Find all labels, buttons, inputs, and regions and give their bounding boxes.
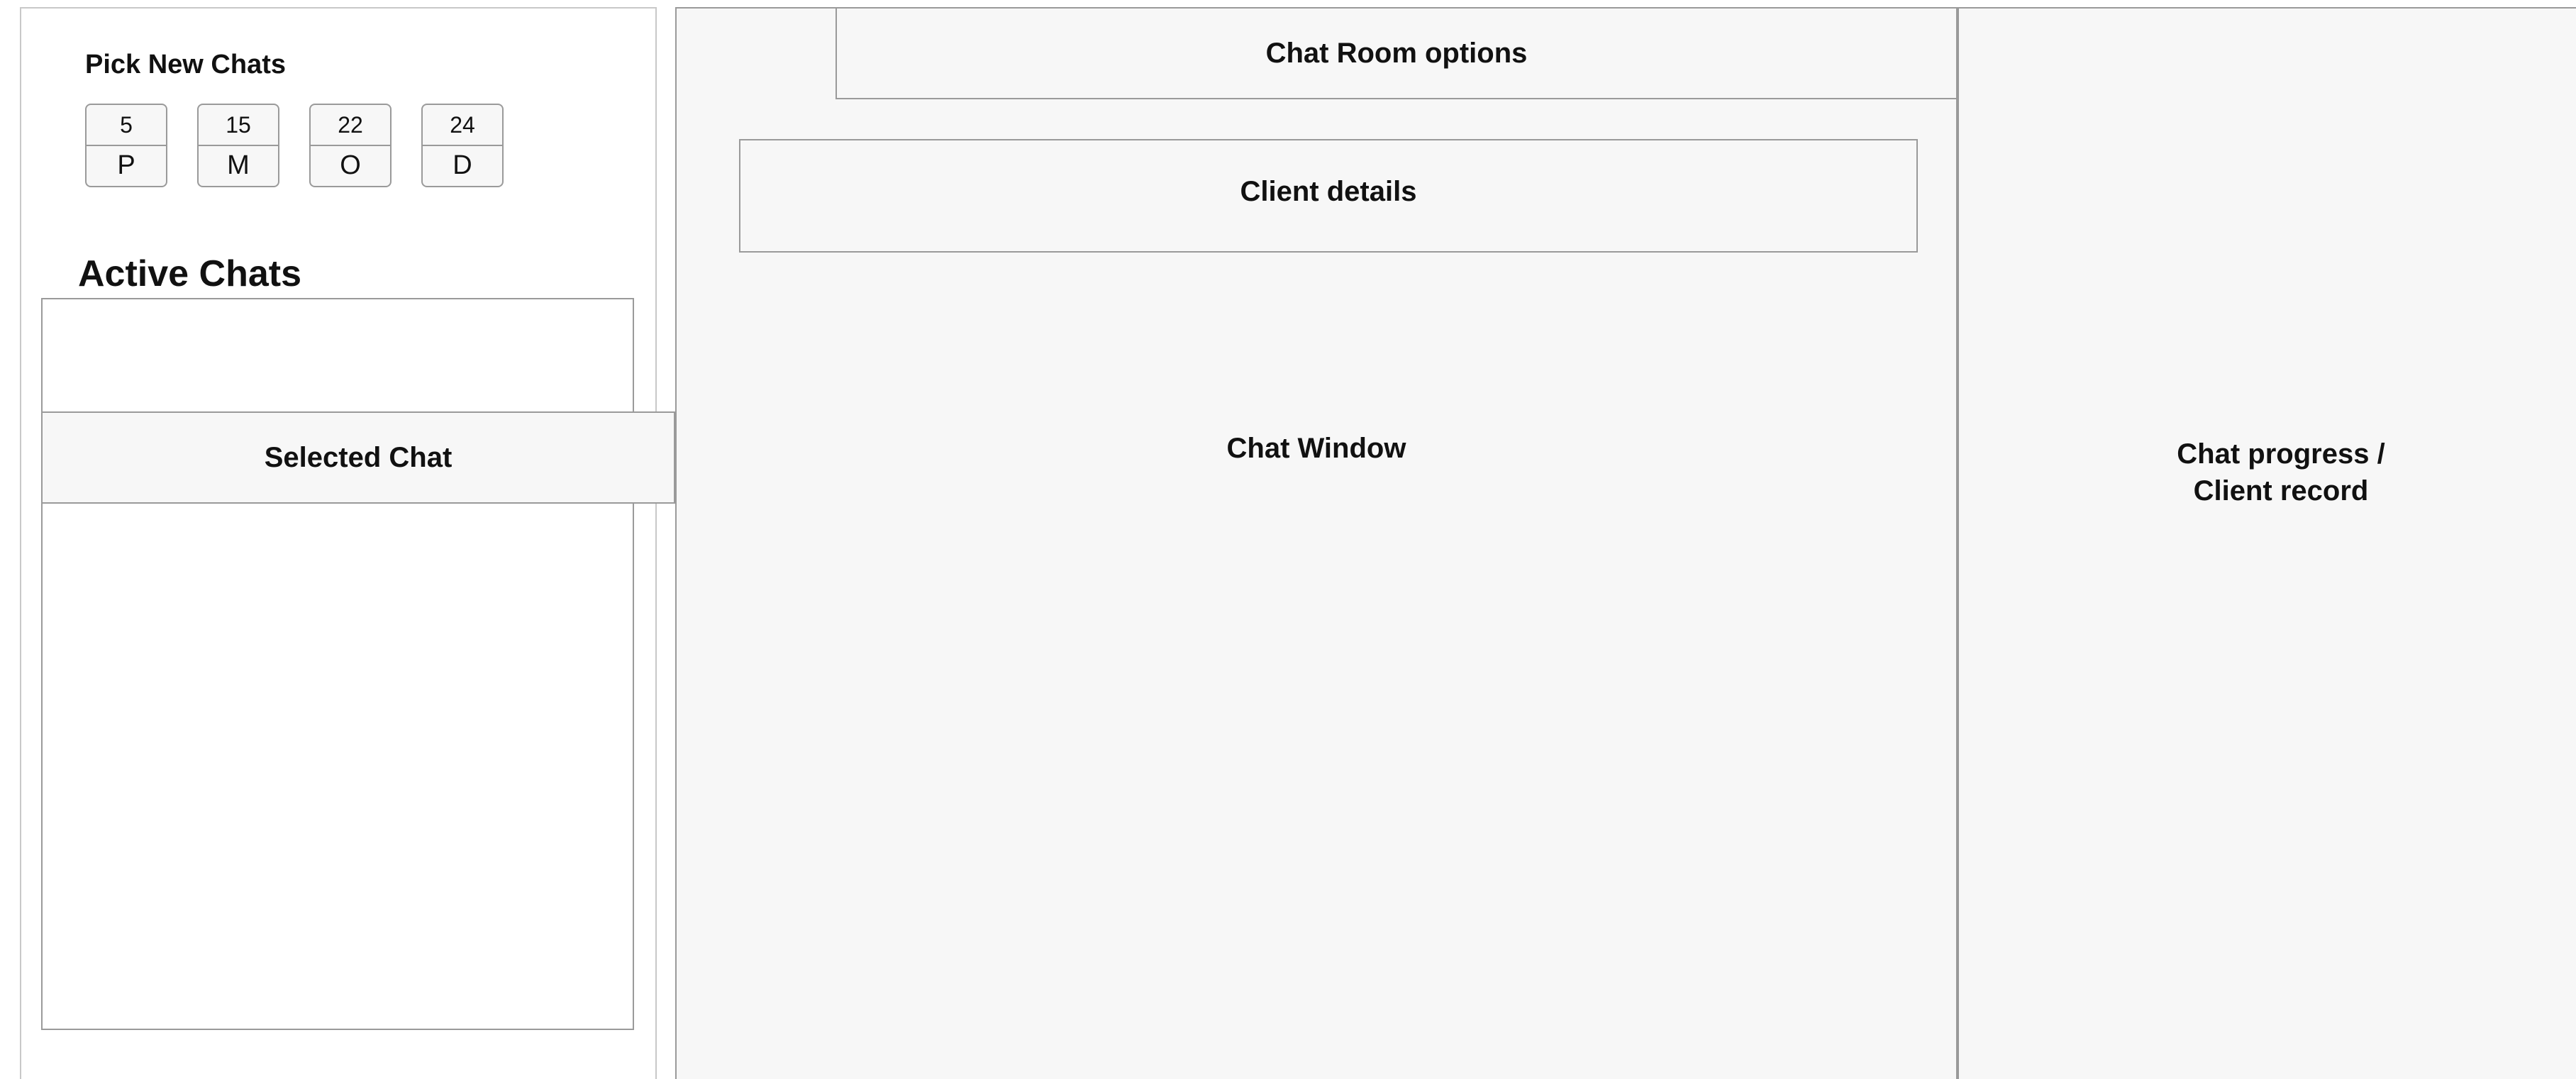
queue-count: 22 bbox=[311, 105, 390, 146]
queue-letter: M bbox=[227, 150, 250, 180]
queue-button-o[interactable]: 22 O bbox=[309, 104, 392, 187]
queue-button-m[interactable]: 15 M bbox=[197, 104, 279, 187]
queue-letter: O bbox=[340, 150, 361, 180]
active-chats-list[interactable] bbox=[41, 298, 634, 1030]
chat-progress-label: Chat progress / Client record bbox=[1958, 436, 2576, 509]
active-chats-title: Active Chats bbox=[78, 253, 301, 294]
queue-count: 5 bbox=[87, 105, 166, 146]
queue-button-p[interactable]: 5 P bbox=[85, 104, 167, 187]
pick-new-chats-title: Pick New Chats bbox=[85, 50, 286, 79]
progress-label-line1: Chat progress / bbox=[2177, 438, 2385, 470]
chat-window-label: Chat Window bbox=[1226, 433, 1406, 464]
chat-room-options[interactable]: Chat Room options bbox=[835, 7, 1958, 99]
client-details-panel: Client details bbox=[739, 139, 1918, 253]
chat-progress-panel bbox=[1958, 7, 2576, 1079]
selected-chat-item[interactable]: Selected Chat bbox=[41, 411, 675, 504]
queue-letter: P bbox=[117, 150, 135, 180]
queue-button-d[interactable]: 24 D bbox=[421, 104, 504, 187]
queue-letter: D bbox=[453, 150, 472, 180]
queue-count: 15 bbox=[199, 105, 278, 146]
progress-label-line2: Client record bbox=[2193, 475, 2369, 507]
queue-count: 24 bbox=[423, 105, 502, 146]
